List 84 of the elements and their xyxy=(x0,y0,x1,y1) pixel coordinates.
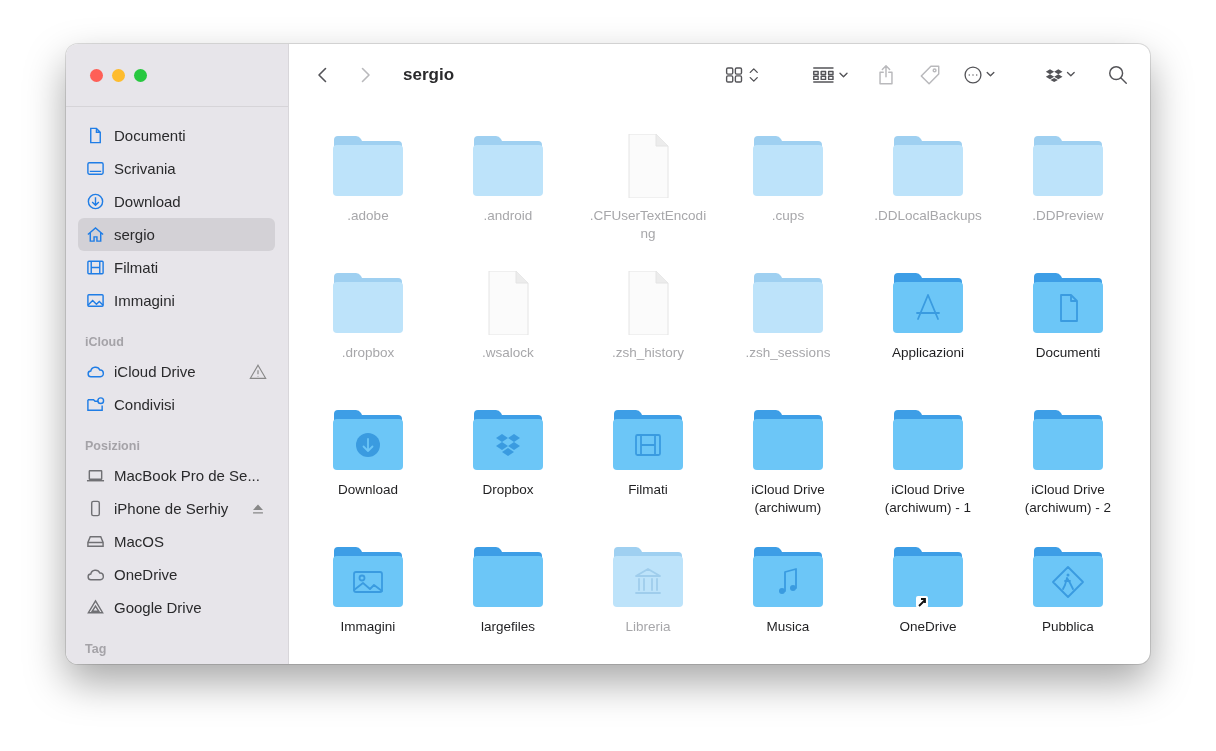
sidebar-item[interactable]: iPhone de Serhiy xyxy=(78,492,275,525)
sidebar-item[interactable]: MacOS xyxy=(78,525,275,558)
desktop-icon xyxy=(86,159,105,178)
file-item[interactable]: Documenti xyxy=(998,255,1138,392)
sidebar-item[interactable]: Documenti xyxy=(78,119,275,152)
shared-icon xyxy=(86,395,105,414)
folder-icon xyxy=(332,271,404,335)
file-name: .wsalock xyxy=(481,344,535,362)
sidebar-item[interactable]: Filmati xyxy=(78,251,275,284)
file-item[interactable]: Pubblica xyxy=(998,529,1138,664)
section-header: Tag xyxy=(84,641,108,658)
folder-icon xyxy=(612,408,684,472)
file-item[interactable]: largefiles xyxy=(438,529,578,664)
file-name: Documenti xyxy=(1034,344,1102,362)
sidebar-item[interactable]: Scrivania xyxy=(78,152,275,185)
film-icon xyxy=(86,258,105,277)
file-name: .zsh_history xyxy=(611,344,685,362)
file-name: iCloud Drive (archiwum) - 2 xyxy=(1023,481,1113,517)
sidebar-item[interactable]: sergio xyxy=(78,218,275,251)
home-icon xyxy=(86,225,105,244)
folder-icon xyxy=(892,408,964,472)
image-icon xyxy=(86,291,105,310)
file-item[interactable]: Download xyxy=(298,392,438,529)
folder-icon xyxy=(472,134,544,198)
sidebar-item[interactable]: iCloud Drive xyxy=(78,355,275,388)
file-item[interactable]: Immagini xyxy=(298,529,438,664)
file-name: .DDLocalBackups xyxy=(873,207,983,225)
folder-icon xyxy=(332,134,404,198)
file-item[interactable]: iCloud Drive (archiwum) - 2 xyxy=(998,392,1138,529)
sidebar-item[interactable]: Condivisi xyxy=(78,388,275,421)
file-name: Libreria xyxy=(624,618,672,636)
file-name: Download xyxy=(336,481,399,499)
folder-icon xyxy=(892,134,964,198)
file-name: .adobe xyxy=(346,207,390,225)
file-item[interactable]: Filmati xyxy=(578,392,718,529)
sidebar-item[interactable]: Immagini xyxy=(78,284,275,317)
folder-icon xyxy=(752,271,824,335)
file-item[interactable]: Musica xyxy=(718,529,858,664)
file-name: .android xyxy=(482,207,534,225)
file-name: OneDrive xyxy=(898,618,958,636)
sidebar-item[interactable]: Download xyxy=(78,185,275,218)
file-name: iCloud Drive (archiwum) xyxy=(750,481,826,517)
file-name: Immagini xyxy=(339,618,397,636)
file-item[interactable]: iCloud Drive (archiwum) - 1 xyxy=(858,392,998,529)
folder-icon xyxy=(752,408,824,472)
file-name: .dropbox xyxy=(340,344,396,362)
folder-icon xyxy=(472,545,544,609)
file-name: largefiles xyxy=(480,618,536,636)
file-name: Musica xyxy=(765,618,811,636)
folder-icon xyxy=(332,408,404,472)
folder-icon xyxy=(752,545,824,609)
file-name: .DDPreview xyxy=(1031,207,1105,225)
folder-icon xyxy=(892,271,964,335)
folder-icon xyxy=(1032,545,1104,609)
section-header: Posizioni xyxy=(84,438,141,455)
sidebar-item[interactable]: Google Drive xyxy=(78,591,275,624)
sidebar-item[interactable]: OneDrive xyxy=(78,558,275,591)
file-name: Filmati xyxy=(627,481,669,499)
file-name: iCloud Drive (archiwum) - 1 xyxy=(883,481,973,517)
search-button[interactable] xyxy=(1106,64,1130,86)
section-header: iCloud xyxy=(84,334,125,351)
file-name: Pubblica xyxy=(1041,618,1095,636)
file-item[interactable]: OneDrive xyxy=(858,529,998,664)
folder-icon xyxy=(752,134,824,198)
file-name: .CFUserTextEncoding xyxy=(588,207,708,243)
close-button[interactable] xyxy=(90,68,103,82)
sidebar-item[interactable]: MacBook Pro de Se... xyxy=(78,459,275,492)
folder-icon xyxy=(472,408,544,472)
folder-icon xyxy=(332,545,404,609)
file-item[interactable]: Dropbox xyxy=(438,392,578,529)
folder-alias-icon xyxy=(892,545,964,609)
file-item[interactable]: Applicazioni xyxy=(858,255,998,392)
folder-icon xyxy=(1032,271,1104,335)
download-icon xyxy=(86,192,105,211)
folder-icon xyxy=(612,545,684,609)
zoom-button[interactable] xyxy=(134,68,147,82)
folder-icon xyxy=(1032,134,1104,198)
file-name: Applicazioni xyxy=(890,344,965,362)
file-name: Dropbox xyxy=(481,481,535,499)
folder-icon xyxy=(1032,408,1104,472)
file-name: .cups xyxy=(770,207,806,225)
file-item[interactable]: iCloud Drive (archiwum) xyxy=(718,392,858,529)
window-title: sergio xyxy=(403,65,455,85)
file-name: .zsh_sessions xyxy=(744,344,832,362)
